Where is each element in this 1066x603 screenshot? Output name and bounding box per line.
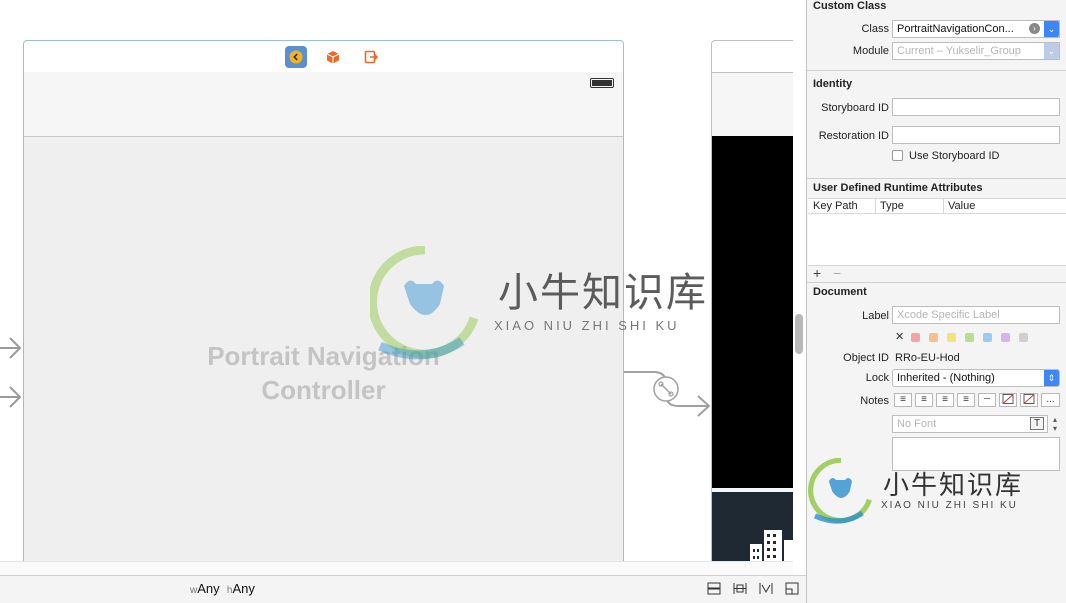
- column-header-type[interactable]: Type: [880, 199, 904, 213]
- align-center-icon[interactable]: ≡: [915, 393, 933, 407]
- size-class-h-value: Any: [232, 581, 255, 596]
- scene-content-view: [712, 136, 793, 488]
- divider: [807, 282, 1066, 283]
- class-combo-box[interactable]: PortraitNavigationCon... › ⌄: [892, 20, 1060, 38]
- font-placeholder: No Font: [897, 418, 937, 430]
- label-color-green[interactable]: [965, 333, 974, 342]
- align-icon[interactable]: [733, 582, 747, 595]
- watermark-text: 小牛知识库: [498, 271, 708, 315]
- runtime-attributes-table[interactable]: Key Path Type Value: [808, 198, 1066, 266]
- align-left-icon[interactable]: ≡: [894, 393, 912, 407]
- section-title-identity: Identity: [813, 78, 853, 90]
- section-title-runtime-attributes: User Defined Runtime Attributes: [813, 182, 983, 194]
- module-combo-box[interactable]: Current – Yukselir_Group ⌄: [892, 42, 1060, 60]
- watermark-logo-icon: [370, 246, 479, 360]
- storyboard-id-label: Storyboard ID: [821, 102, 889, 114]
- label-color-gray[interactable]: [1019, 333, 1028, 342]
- add-attribute-button[interactable]: +: [813, 265, 821, 281]
- watermark-subtext: XIAO NIU ZHI SHI KU: [494, 318, 680, 333]
- first-responder-cube-icon[interactable]: [322, 46, 344, 68]
- label-color-yellow[interactable]: [947, 333, 956, 342]
- align-justify-icon[interactable]: ≡: [957, 393, 975, 407]
- align-right-icon[interactable]: ≡: [936, 393, 954, 407]
- object-id-value: RRo-EU-Hod: [895, 352, 960, 364]
- document-label-placeholder: Xcode Specific Label: [897, 309, 1000, 321]
- entry-arrow-icon: [0, 337, 22, 359]
- scene-title-line: Controller: [261, 375, 386, 405]
- remove-attribute-button[interactable]: −: [833, 265, 841, 281]
- label-color-orange[interactable]: [929, 333, 938, 342]
- size-class-w-value: Any: [197, 581, 220, 596]
- column-separator: [875, 199, 876, 213]
- section-title-document: Document: [813, 286, 867, 298]
- column-separator: [943, 199, 944, 213]
- class-label: Class: [861, 23, 889, 35]
- module-label: Module: [852, 45, 889, 57]
- view-controller-back-icon[interactable]: [285, 46, 307, 68]
- battery-icon: [590, 78, 614, 88]
- document-label-label: Label: [862, 310, 889, 322]
- label-color-blue[interactable]: [983, 333, 992, 342]
- label-color-red[interactable]: [911, 333, 920, 342]
- column-header-key-path[interactable]: Key Path: [813, 199, 858, 213]
- lock-popup-button[interactable]: Inherited - (Nothing) ⇕: [892, 369, 1060, 387]
- storyboard-id-field[interactable]: [892, 98, 1060, 116]
- go-to-class-arrow-icon[interactable]: ›: [1029, 23, 1040, 34]
- watermark-subtext: XIAO NIU ZHI SHI KU: [881, 500, 1018, 511]
- pin-icon[interactable]: [759, 582, 773, 595]
- divider: [808, 213, 1066, 214]
- class-value: PortraitNavigationCon...: [897, 23, 1014, 35]
- scene-title-line: Portrait Navigation: [207, 341, 440, 371]
- watermark-text: 小牛知识库: [883, 470, 1024, 500]
- restoration-id-field[interactable]: [892, 126, 1060, 144]
- use-storyboard-id-label: Use Storyboard ID: [909, 150, 1000, 162]
- divider: [807, 178, 1066, 179]
- chevron-down-icon[interactable]: ⌄: [1044, 43, 1059, 59]
- module-placeholder: Current – Yukselir_Group: [897, 45, 1021, 57]
- notes-label: Notes: [860, 395, 889, 407]
- vertical-scrollbar[interactable]: [795, 314, 803, 354]
- horizontal-scrollbar[interactable]: [0, 561, 793, 575]
- chevron-down-icon[interactable]: ⌄: [1044, 21, 1059, 37]
- resolve-icon[interactable]: [785, 582, 799, 595]
- lock-label: Lock: [865, 372, 889, 384]
- column-header-value[interactable]: Value: [948, 199, 975, 213]
- watermark-logo-icon: [808, 458, 872, 524]
- second-scene[interactable]: [711, 40, 793, 575]
- font-size-stepper[interactable]: ▴ ▾: [1050, 415, 1060, 433]
- identity-inspector: Custom Class Class PortraitNavigationCon…: [806, 0, 1066, 603]
- align-natural-icon[interactable]: ┄: [978, 393, 996, 407]
- section-title-custom-class: Custom Class: [813, 0, 887, 12]
- chevron-updown-icon[interactable]: ⇕: [1044, 370, 1059, 386]
- entry-arrow-icon: [0, 386, 22, 408]
- scene-dock: [24, 41, 623, 73]
- scene-title: Portrait Navigation Controller: [24, 339, 623, 407]
- scene-dock: [712, 41, 793, 73]
- navigation-bar[interactable]: [24, 72, 623, 137]
- restoration-id-label: Restoration ID: [818, 130, 889, 142]
- canvas-bottom-bar: wAny hAny: [0, 575, 806, 603]
- stack-icon[interactable]: [707, 582, 721, 595]
- notes-text-area[interactable]: [892, 437, 1060, 471]
- font-field[interactable]: No Font T: [892, 415, 1048, 433]
- use-storyboard-id-checkbox[interactable]: [892, 150, 903, 161]
- size-class-button[interactable]: wAny hAny: [190, 581, 255, 596]
- text-color-icon[interactable]: [999, 393, 1017, 407]
- segue-arrow-icon[interactable]: [624, 360, 714, 420]
- object-id-label: Object ID: [843, 352, 889, 364]
- background-color-icon[interactable]: [1020, 393, 1038, 407]
- label-color-purple[interactable]: [1001, 333, 1010, 342]
- more-options-button[interactable]: ...: [1041, 393, 1060, 407]
- document-label-field[interactable]: Xcode Specific Label: [892, 306, 1060, 324]
- lock-value: Inherited - (Nothing): [897, 372, 995, 384]
- font-picker-icon[interactable]: T: [1030, 417, 1044, 430]
- divider: [807, 70, 1066, 71]
- exit-icon[interactable]: [360, 46, 382, 68]
- clear-label-color-icon[interactable]: ✕: [895, 330, 904, 343]
- storyboard-canvas[interactable]: Portrait Navigation Controller 小牛知识库 XIA…: [0, 0, 793, 575]
